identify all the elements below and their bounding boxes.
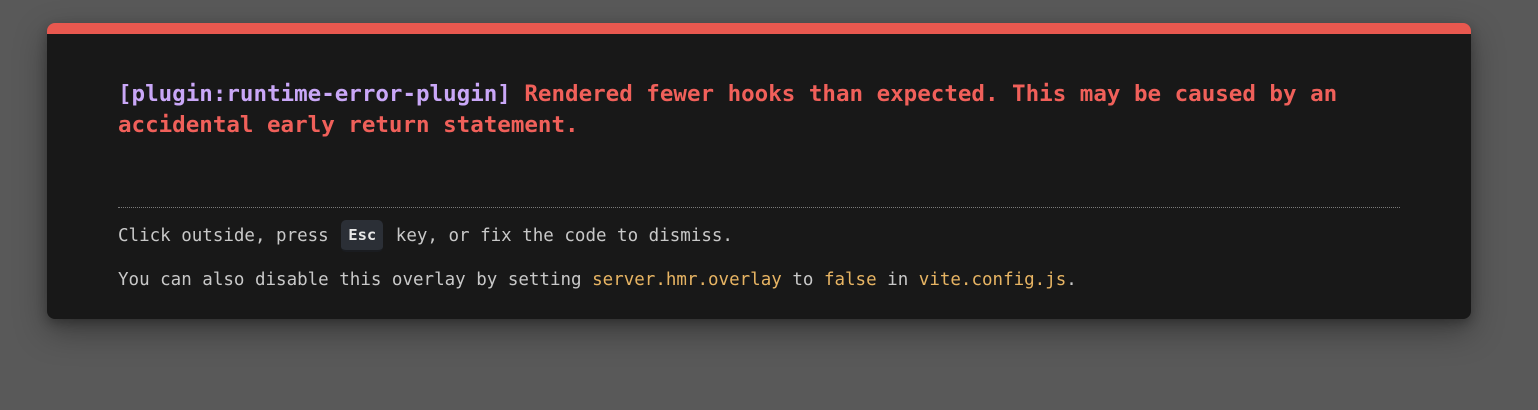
config-file-name: vite.config.js [918,270,1067,290]
setting-name: server.hmr.overlay [592,270,782,290]
esc-key: Esc [341,220,384,252]
dismiss-tip-text-start: Click outside, press [118,226,340,246]
divider [118,207,1400,208]
error-overlay-window: [plugin:runtime-error-plugin] Rendered f… [47,23,1471,319]
setting-value: false [823,270,877,290]
plugin-name: [plugin:runtime-error-plugin] [118,81,511,107]
disable-tip-to: to [781,270,824,290]
dismiss-tip-text-end: key, or fix the code to dismiss. [385,226,733,246]
disable-tip-in: in [876,270,919,290]
error-message: [plugin:runtime-error-plugin] Rendered f… [118,79,1400,141]
disable-tip-text-start: You can also disable this overlay by set… [118,270,593,290]
dismiss-tip: Click outside, press Esc key, or fix the… [118,219,1400,253]
disable-tip-period: . [1066,270,1077,290]
disable-overlay-tip: You can also disable this overlay by set… [118,267,1400,293]
